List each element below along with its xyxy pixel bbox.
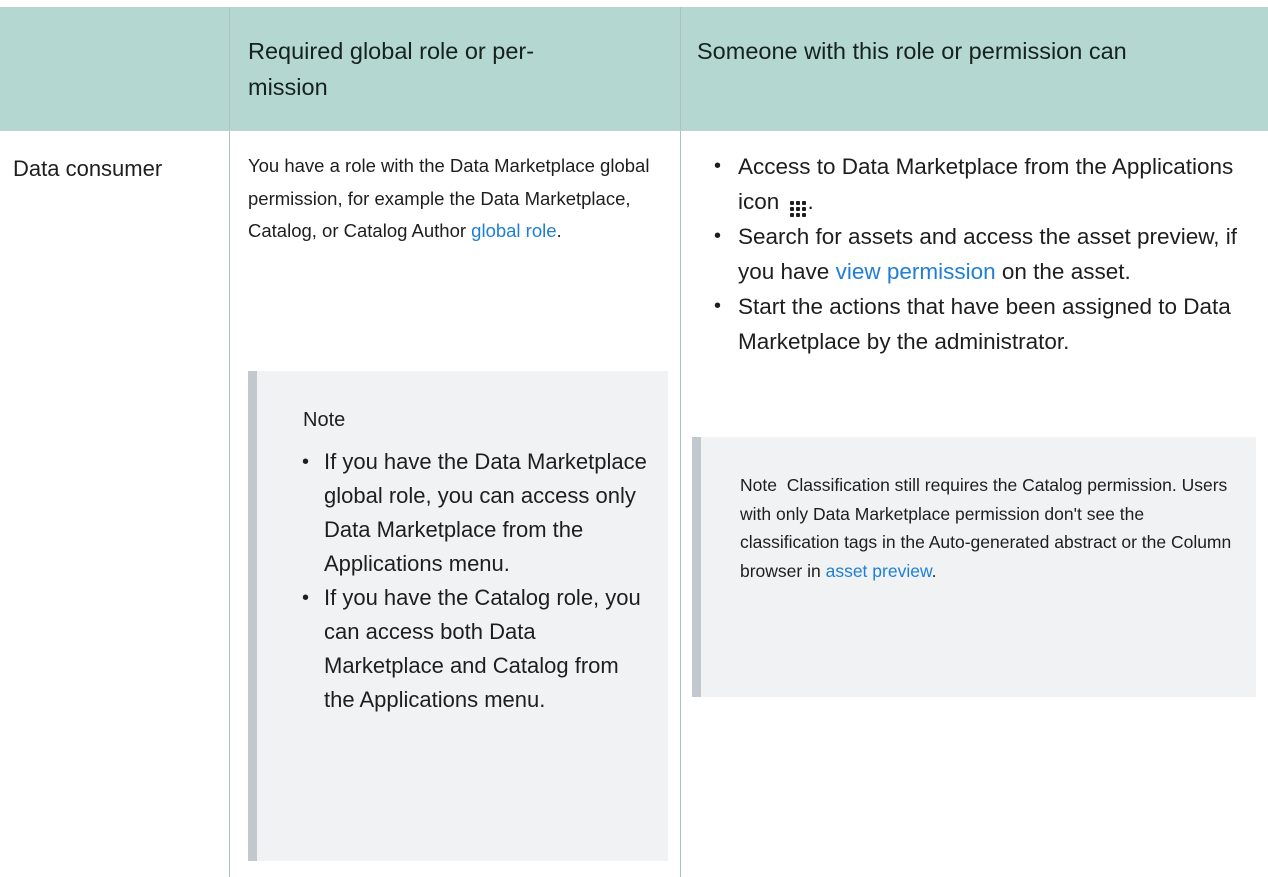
requirement-text-end: . <box>556 220 562 241</box>
column-divider <box>680 7 681 877</box>
list-item: • Search for assets and access the asset… <box>714 219 1258 289</box>
applications-grid-icon <box>789 201 806 217</box>
header-abilities: Someone with this role or permission can <box>697 38 1127 64</box>
header-required-role-line1: Required global role or per- <box>248 38 535 64</box>
bullet-icon: • <box>714 155 722 177</box>
abilities-list: • Access to Data Marketplace from the Ap… <box>714 149 1258 359</box>
asset-preview-link[interactable]: asset preview <box>826 561 932 581</box>
list-item: • If you have the Catalog role, you can a… <box>302 581 654 717</box>
list-item-end: on the asset. <box>995 259 1131 284</box>
permissions-table: Required global role or per- mission Som… <box>0 0 1268 877</box>
header-required-role: Required global role or per- mission <box>248 33 648 105</box>
requirement-text-body: You have a role with the Data Marketplac… <box>248 155 650 241</box>
role-name: Data consumer <box>13 156 163 181</box>
note-end: . <box>931 560 937 581</box>
list-item-text: Start the actions that have been assigne… <box>738 294 1231 354</box>
bullet-icon: • <box>714 295 722 317</box>
list-item: • Access to Data Marketplace from the Ap… <box>714 149 1258 219</box>
bullet-icon: • <box>302 451 310 473</box>
note-list: • If you have the Data Marketplace global… <box>302 445 654 717</box>
list-item-text: If you have the Data Marketplace global … <box>324 449 647 576</box>
bullet-icon: • <box>302 587 310 609</box>
requirement-text: You have a role with the Data Marketplac… <box>248 150 668 248</box>
bullet-icon: • <box>714 225 722 247</box>
view-permission-link[interactable]: view permission <box>836 259 996 284</box>
column-divider <box>229 7 230 877</box>
list-item-end: . <box>807 189 814 214</box>
note-label: Note <box>740 475 777 495</box>
note-box-classification: Note Classification still requires the C… <box>692 437 1256 697</box>
list-item: • If you have the Data Marketplace global… <box>302 445 654 581</box>
header-divider <box>0 130 1268 131</box>
note-body: Classification still requires the Catalo… <box>740 475 1232 581</box>
list-item: • Start the actions that have been assig… <box>714 289 1258 359</box>
global-role-link[interactable]: global role <box>471 220 556 241</box>
note-text: Note Classification still requires the C… <box>740 471 1240 585</box>
note-box-roles: Note • If you have the Data Marketplace g… <box>248 371 668 861</box>
permissions-page: Required global role or per- mission Som… <box>0 0 1268 877</box>
note-title: Note <box>303 409 346 431</box>
header-required-role-line2: mission <box>248 74 328 100</box>
list-item-text: If you have the Catalog role, you can ac… <box>324 585 641 712</box>
